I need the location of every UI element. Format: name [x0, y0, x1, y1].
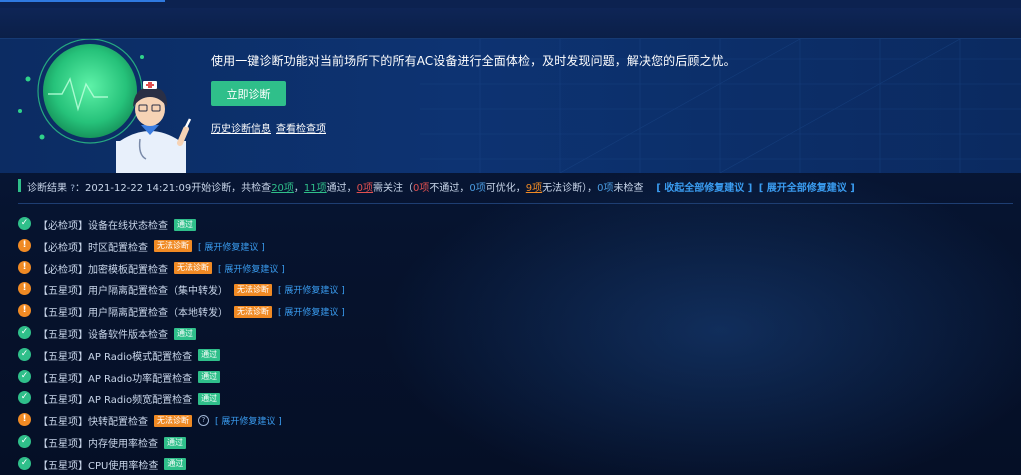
diagnosis-time: 2021-12-22 14:21:09 — [84, 183, 192, 194]
check-item-label: 【五星项】用户隔离配置检查（本地转发） — [38, 308, 228, 320]
status-badge: 无法诊断 — [154, 240, 192, 253]
check-item-label: 【必检项】设备在线状态检查 — [38, 221, 168, 232]
status-badge: 无法诊断 — [174, 262, 212, 275]
fail-count: 0项 — [413, 183, 430, 194]
check-item-label: 【必检项】加密模板配置检查 — [38, 264, 168, 276]
doctor-illustration — [18, 39, 192, 173]
status-badge: 无法诊断 — [234, 305, 272, 318]
check-item-label: 【五星项】CPU使用率检查 — [38, 460, 159, 472]
expand-suggestion-link[interactable]: [ 展开修复建议 ] — [198, 240, 265, 253]
hero-banner: 使用一键诊断功能对当前场所下的所有AC设备进行全面体检，及时发现问题，解决您的后… — [0, 39, 1021, 173]
warning-circle-icon: ! — [18, 238, 31, 252]
pass-count[interactable]: 11项 — [304, 183, 327, 194]
warning-circle-icon: ! — [18, 282, 31, 296]
check-item-label: 【五星项】AP Radio功率配置检查 — [38, 373, 193, 385]
check-circle-icon: ✓ — [18, 391, 31, 405]
check-item-label: 【五星项】AP Radio频宽配置检查 — [38, 395, 193, 407]
status-badge: 无法诊断 — [234, 283, 272, 296]
summary-text-part: 需关注（ — [373, 183, 414, 194]
check-item-content: 【必检项】设备在线状态检查 通过 — [38, 217, 196, 232]
check-item-content: 【必检项】加密模板配置检查 无法诊断 [ 展开修复建议 ] — [38, 261, 285, 276]
history-diagnosis-link[interactable]: 历史诊断信息 — [211, 120, 271, 135]
expand-suggestion-link[interactable]: [ 展开修复建议 ] — [215, 414, 282, 427]
section-divider — [18, 203, 1013, 204]
check-item-content: 【五星项】内存使用率检查 通过 — [38, 435, 186, 450]
check-item-content: 【五星项】CPU使用率检查 通过 — [38, 457, 187, 472]
status-badge: 通过 — [164, 436, 186, 449]
attention-count[interactable]: 0项 — [357, 183, 373, 194]
check-item-label: 【五星项】内存使用率检查 — [38, 439, 158, 450]
top-bar-active-indicator — [0, 0, 165, 2]
check-item-content: 【五星项】用户隔离配置检查（集中转发） 无法诊断 [ 展开修复建议 ] — [38, 282, 345, 297]
optimize-count: 0项 — [469, 183, 486, 194]
warning-circle-icon: ! — [18, 260, 31, 274]
check-circle-icon: ✓ — [18, 326, 31, 339]
hero-description: 使用一键诊断功能对当前场所下的所有AC设备进行全面体检，及时发现问题，解决您的后… — [211, 54, 736, 68]
summary-text-part: 不通过， — [429, 183, 470, 194]
status-badge: 通过 — [164, 458, 187, 471]
check-circle-icon: ✓ — [18, 369, 31, 383]
expand-suggestion-link[interactable]: [ 展开修复建议 ] — [278, 283, 345, 296]
unable-count[interactable]: 9项 — [526, 183, 542, 194]
expand-suggestion-link[interactable]: [ 展开修复建议 ] — [278, 305, 345, 318]
check-item-content: 【五星项】快转配置检查 无法诊断? [ 展开修复建议 ] — [38, 413, 282, 428]
check-item-label: 【五星项】快转配置检查 — [38, 417, 148, 429]
summary-text: 诊断结果 ?：2021-12-22 14:21:09开始诊断，共检查20项，11… — [27, 179, 855, 194]
check-item-content: 【五星项】AP Radio频宽配置检查 通过 — [38, 391, 221, 407]
check-item-label: 【五星项】设备软件版本检查 — [38, 330, 168, 341]
check-circle-icon: ✓ — [18, 217, 31, 230]
view-check-items-link[interactable]: 查看检查项 — [276, 120, 326, 135]
check-item-label: 【五星项】用户隔离配置检查（集中转发） — [38, 286, 228, 298]
status-badge: 通过 — [174, 218, 196, 231]
summary-text-part: 无法诊断）， — [542, 183, 598, 194]
check-item-label: 【五星项】AP Radio模式配置检查 — [38, 351, 193, 363]
check-item-content: 【五星项】设备软件版本检查 通过 — [38, 326, 196, 341]
status-badge: 通过 — [174, 327, 196, 340]
check-circle-icon: ✓ — [18, 435, 31, 448]
summary-text-part: 可优化， — [485, 183, 526, 194]
check-item-label: 【必检项】时区配置检查 — [38, 242, 148, 254]
check-item-content: 【五星项】AP Radio模式配置检查 通过 — [38, 348, 221, 363]
summary-colon: ： — [74, 183, 85, 194]
summary-text-part: 未检查 — [613, 183, 644, 194]
check-item-content: 【五星项】用户隔离配置检查（本地转发） 无法诊断 [ 展开修复建议 ] — [38, 304, 345, 319]
check-circle-icon: ✓ — [18, 456, 31, 470]
summary-text-part: 开始诊断，共检查 — [191, 183, 272, 194]
warning-circle-icon: ! — [18, 304, 31, 318]
diagnosis-page: 使用一键诊断功能对当前场所下的所有AC设备进行全面体检，及时发现问题，解决您的后… — [0, 0, 1021, 475]
collapse-all-suggestions-link[interactable]: [ 收起全部修复建议 ] — [656, 183, 752, 194]
status-badge: 通过 — [198, 392, 221, 405]
unchecked-count: 0项 — [597, 183, 614, 194]
check-circle-icon: ✓ — [18, 347, 31, 361]
summary-text-part: ， — [293, 183, 304, 194]
total-count[interactable]: 20项 — [271, 183, 294, 194]
status-badge: 通过 — [198, 371, 221, 384]
expand-all-suggestions-link[interactable]: [ 展开全部修复建议 ] — [759, 183, 855, 194]
check-item-content: 【五星项】AP Radio功率配置检查 通过 — [38, 370, 221, 385]
summary-text-part: 通过， — [326, 183, 357, 194]
summary-label: 诊断结果 — [27, 183, 67, 194]
status-badge: 无法诊断 — [154, 414, 192, 427]
top-bar — [0, 0, 1021, 8]
status-badge: 通过 — [198, 349, 221, 362]
expand-suggestion-link[interactable]: [ 展开修复建议 ] — [218, 262, 285, 275]
help-icon[interactable]: ? — [198, 415, 209, 427]
sub-toolbar — [0, 8, 1021, 39]
warning-circle-icon: ! — [18, 413, 31, 427]
summary-accent-bar — [18, 179, 21, 192]
start-diagnosis-button[interactable]: 立即诊断 — [211, 81, 286, 106]
check-item-content: 【必检项】时区配置检查 无法诊断 [ 展开修复建议 ] — [38, 239, 265, 254]
